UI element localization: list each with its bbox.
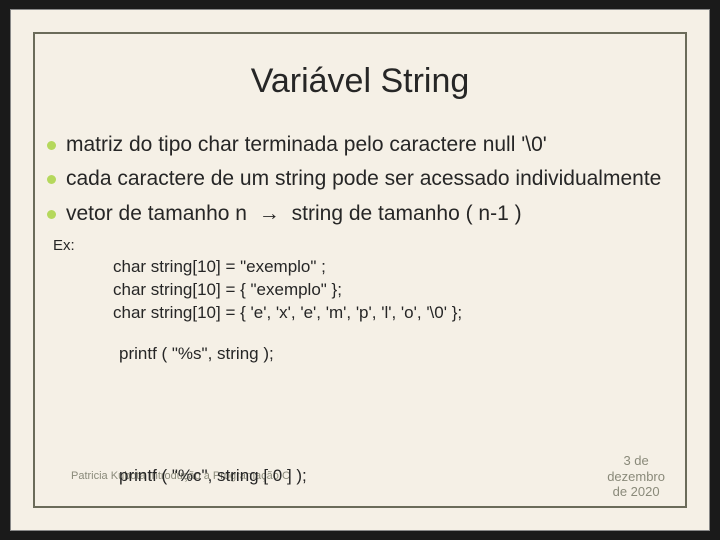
date-block: 3 de dezembro de 2020 [607, 453, 665, 500]
date-line: dezembro [607, 469, 665, 485]
content-area: matriz do tipo char terminada pelo carac… [47, 132, 679, 366]
printf-block: printf ( "%s", string ); [119, 343, 679, 366]
date-line: 3 de [607, 453, 665, 469]
arrow-icon: → [253, 201, 286, 227]
printf-line-2: printf ( "%c", string [ 0 ] ); [119, 466, 307, 486]
bullet-text: vetor de tamanho n → string de tamanho (… [66, 201, 679, 227]
bullet-dot-icon [47, 141, 56, 150]
code-line: char string[10] = { 'e', 'x', 'e', 'm', … [113, 302, 679, 325]
code-line: char string[10] = { "exemplo" }; [113, 279, 679, 302]
bullet-text: cada caractere de um string pode ser ace… [66, 166, 679, 192]
printf-line: printf ( "%s", string ); [119, 343, 679, 366]
bullet-text-part: string de tamanho ( n-1 ) [292, 202, 522, 225]
bullet-item: vetor de tamanho n → string de tamanho (… [47, 201, 679, 227]
bullet-dot-icon [47, 175, 56, 184]
bullet-text-part: vetor de tamanho n [66, 202, 247, 225]
slide: Variável String matriz do tipo char term… [10, 9, 710, 531]
date-line: de 2020 [607, 484, 665, 500]
bullet-item: cada caractere de um string pode ser ace… [47, 166, 679, 192]
example-label: Ex: [53, 237, 679, 254]
bullet-item: matriz do tipo char terminada pelo carac… [47, 132, 679, 158]
bullet-text: matriz do tipo char terminada pelo carac… [66, 132, 679, 158]
bullet-dot-icon [47, 210, 56, 219]
code-block: char string[10] = "exemplo" ; char strin… [113, 256, 679, 325]
code-line: char string[10] = "exemplo" ; [113, 256, 679, 279]
slide-title: Variável String [11, 62, 709, 101]
